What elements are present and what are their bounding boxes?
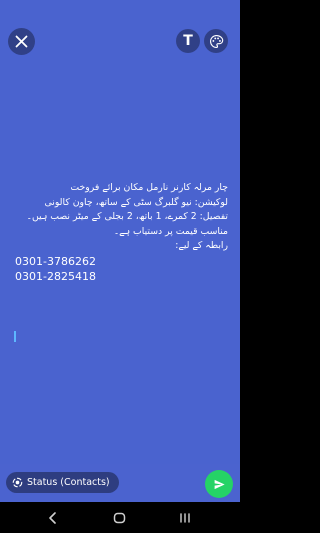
status-audience-button[interactable]: Status (Contacts)	[6, 472, 119, 493]
audience-label: Status (Contacts)	[27, 477, 110, 488]
message-line: لوکیشن: نیو گلبرگ سٹی کے ساتھ، چاون کالو…	[44, 196, 228, 208]
message-line: تفصیل: 2 کمرے، 1 باتھ، 2 بجلی کے میٹر نص…	[26, 211, 229, 223]
text-cursor	[14, 331, 16, 342]
palette-icon	[209, 34, 223, 48]
back-icon	[48, 512, 56, 524]
send-icon	[214, 479, 225, 489]
close-button[interactable]	[8, 28, 35, 55]
message-line: چار مرلہ کارنر نارمل مکان برائے فروخت	[70, 182, 228, 193]
nav-back-button[interactable]	[42, 509, 62, 527]
system-navigation-bar	[0, 502, 240, 533]
nav-home-button[interactable]	[109, 509, 129, 527]
text-tool-icon: T	[183, 33, 193, 49]
nav-recents-button[interactable]	[175, 509, 195, 527]
phone-number: 0301-3786262	[15, 254, 96, 268]
message-line: رابطہ کے لیے:	[175, 240, 228, 252]
message-line: مناسب قیمت پر دستیاب ہے۔	[113, 225, 228, 237]
close-icon	[15, 35, 28, 48]
status-text-editor[interactable]: چار مرلہ کارنر نارمل مکان برائے فروخت لو…	[12, 181, 228, 285]
status-icon	[12, 477, 23, 488]
recents-icon	[180, 513, 190, 523]
text-tool-button[interactable]: T	[176, 29, 200, 53]
phone-number: 0301-2825418	[15, 270, 96, 284]
color-palette-button[interactable]	[204, 29, 228, 53]
home-icon	[113, 512, 125, 524]
send-button[interactable]	[205, 470, 233, 498]
